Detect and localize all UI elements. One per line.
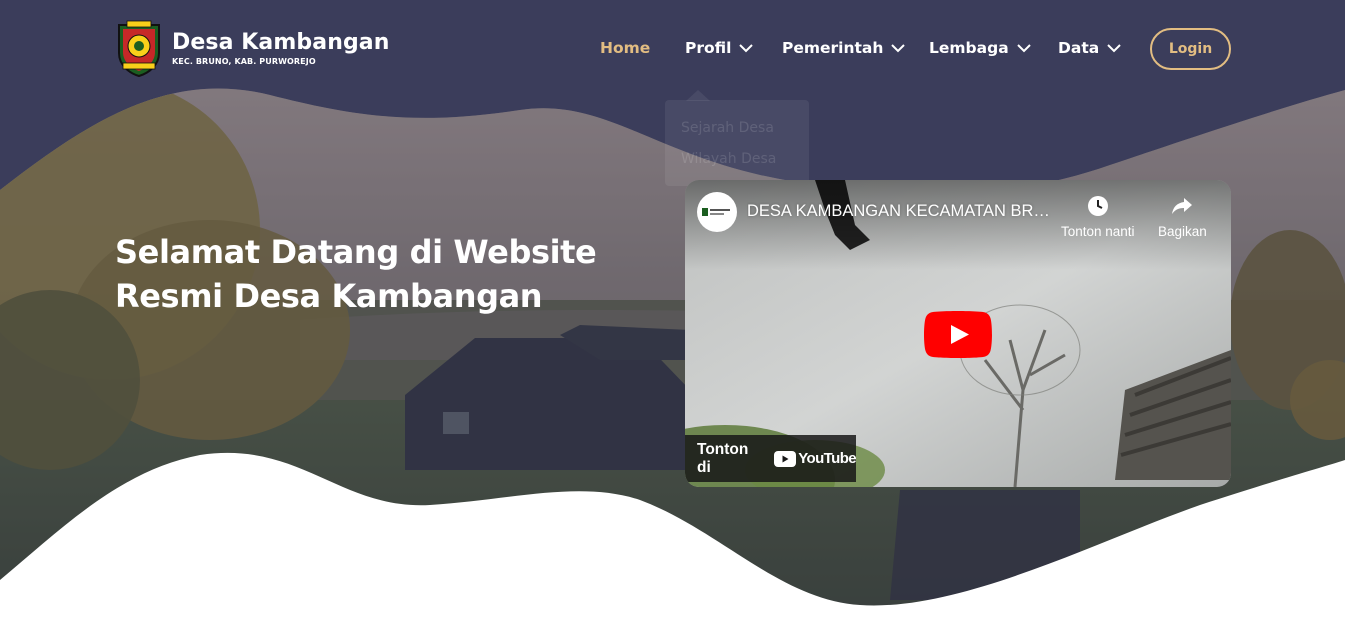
- watch-on-youtube-button[interactable]: Tonton di YouTube: [685, 435, 857, 482]
- share-icon: [1172, 198, 1193, 214]
- watch-later-label: Tonton nanti: [1061, 224, 1135, 239]
- nav-data[interactable]: Data: [1058, 39, 1121, 57]
- nav-home-label: Home: [600, 39, 651, 57]
- hero-section: Desa Kambangan KEC. BRUNO, KAB. PURWOREJ…: [0, 0, 1345, 636]
- nav-lembaga-label: Lembaga: [929, 39, 1009, 57]
- channel-avatar[interactable]: [697, 192, 737, 232]
- nav-pemerintah[interactable]: Pemerintah: [782, 39, 906, 57]
- channel-logo-icon: [702, 208, 730, 216]
- watch-on-label: Tonton di: [697, 440, 749, 476]
- clock-icon: [1087, 196, 1108, 216]
- watch-later-button[interactable]: Tonton nanti: [1061, 194, 1135, 239]
- chevron-down-icon: [1016, 43, 1031, 52]
- brand[interactable]: Desa Kambangan KEC. BRUNO, KAB. PURWOREJ…: [115, 19, 390, 77]
- site-title: Desa Kambangan: [172, 29, 390, 55]
- dropdown-item-wilayah[interactable]: Wilayah Desa: [681, 151, 776, 167]
- video-title[interactable]: DESA KAMBANGAN KECAMATAN BRUNO: [747, 202, 1057, 221]
- chevron-down-icon: [891, 43, 906, 52]
- hero-headline: Selamat Datang di Website Resmi Desa Kam…: [115, 230, 635, 318]
- youtube-logo-icon: [774, 450, 797, 467]
- nav-home[interactable]: Home: [600, 39, 650, 57]
- nav-profil[interactable]: Profil: [685, 39, 754, 57]
- nav-pemerintah-label: Pemerintah: [782, 39, 884, 57]
- login-button[interactable]: Login: [1150, 28, 1231, 70]
- nav-data-label: Data: [1058, 39, 1100, 57]
- chevron-down-icon: [739, 43, 754, 52]
- village-crest-icon: [118, 20, 160, 77]
- youtube-wordmark: YouTube: [798, 450, 856, 467]
- hero-headline-line2: Resmi Desa Kambangan: [115, 277, 543, 315]
- dropdown-item-sejarah[interactable]: Sejarah Desa: [681, 120, 774, 136]
- play-button-icon[interactable]: [924, 311, 992, 358]
- chevron-down-icon: [1107, 43, 1121, 52]
- site-subtitle: KEC. BRUNO, KAB. PURWOREJO: [172, 56, 316, 66]
- hero-headline-line1: Selamat Datang di Website: [115, 233, 597, 271]
- profil-dropdown: [665, 100, 809, 186]
- nav-profil-label: Profil: [685, 39, 732, 57]
- share-label: Bagikan: [1158, 224, 1207, 239]
- share-button[interactable]: Bagikan: [1158, 194, 1207, 239]
- youtube-embed[interactable]: DESA KAMBANGAN KECAMATAN BRUNO Tonton na…: [685, 180, 1231, 487]
- nav-lembaga[interactable]: Lembaga: [929, 39, 1031, 57]
